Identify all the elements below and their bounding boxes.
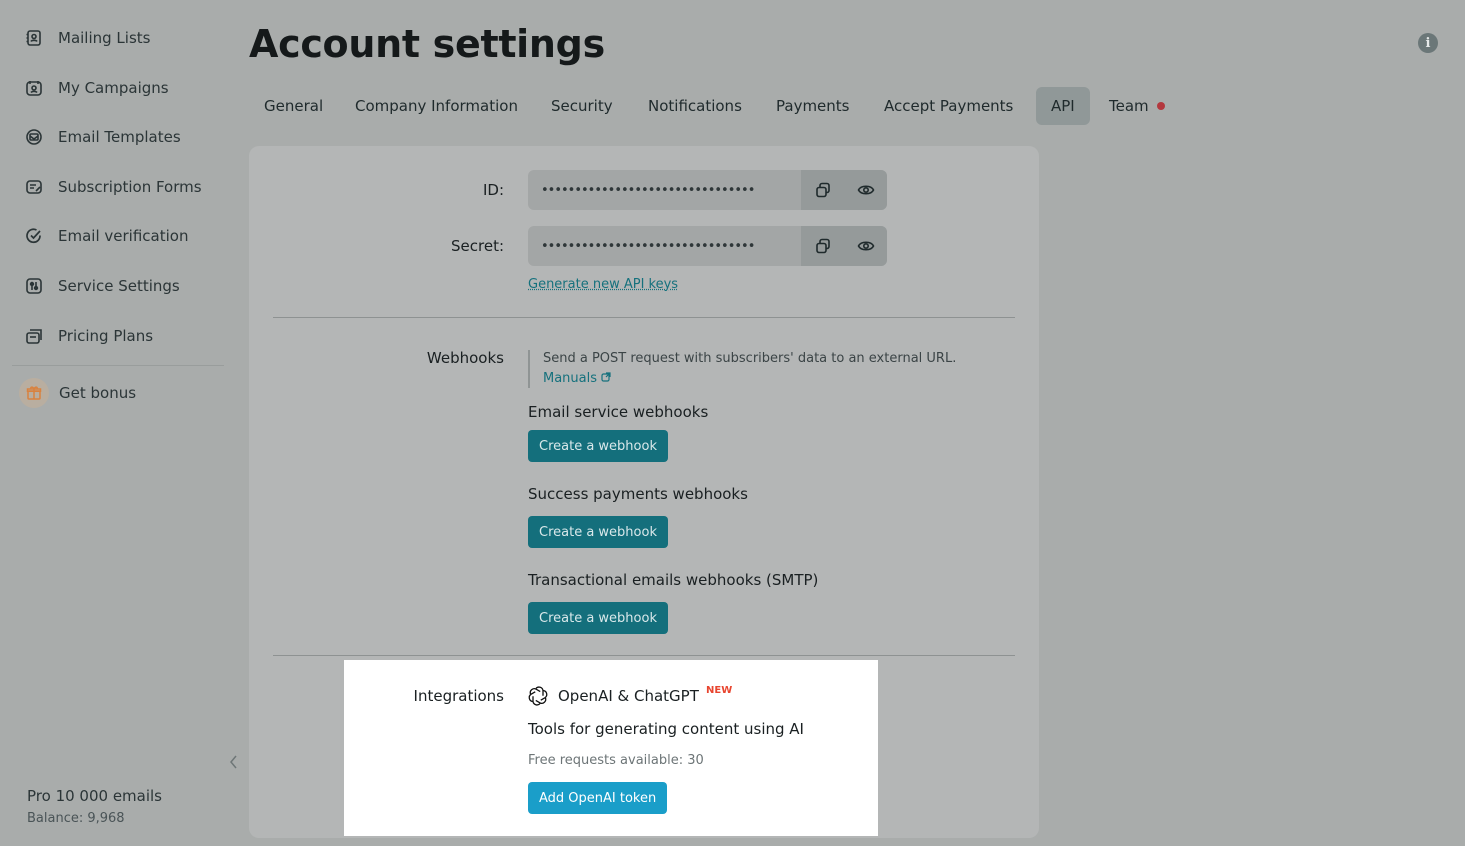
sidebar-item-service-settings[interactable]: Service Settings [24, 272, 180, 300]
settings-icon [24, 276, 44, 296]
webhooks-label: Webhooks [426, 349, 504, 367]
api-secret-label: Secret: [451, 237, 504, 255]
info-icon[interactable]: i [1418, 33, 1438, 53]
openai-integration-name: OpenAI & ChatGPT [558, 687, 699, 705]
tab-company-information[interactable]: Company Information [340, 87, 533, 125]
show-secret-button[interactable] [844, 226, 887, 266]
sidebar: Mailing Lists My Campaigns Email Templat… [0, 0, 240, 846]
sidebar-item-subscription-forms[interactable]: Subscription Forms [24, 173, 202, 201]
sidebar-item-label: Pricing Plans [58, 327, 154, 345]
sidebar-item-label: Mailing Lists [58, 29, 151, 47]
templates-icon [24, 127, 44, 147]
tab-api[interactable]: API [1036, 87, 1090, 125]
api-secret-value[interactable]: •••••••••••••••••••••••••••••••• [528, 239, 801, 254]
tab-team-label: Team [1109, 97, 1149, 115]
section-divider [273, 317, 1015, 318]
openai-integration: OpenAI & ChatGPT [528, 686, 699, 706]
new-badge: NEW [706, 685, 733, 696]
manuals-link[interactable]: Manuals [543, 371, 611, 386]
create-email-webhook-button[interactable]: Create a webhook [528, 430, 668, 462]
eye-icon [857, 185, 874, 195]
sidebar-item-label: Subscription Forms [58, 178, 202, 196]
tab-security[interactable]: Security [536, 87, 628, 125]
chevron-left-icon [230, 755, 237, 769]
tab-team[interactable]: Team [1094, 87, 1180, 125]
sidebar-item-pricing-plans[interactable]: Pricing Plans [24, 322, 153, 350]
sidebar-item-email-verification[interactable]: Email verification [24, 222, 188, 250]
sidebar-item-label: Email verification [58, 227, 189, 245]
show-id-button[interactable] [844, 170, 887, 210]
sidebar-item-label: Email Templates [58, 128, 181, 146]
account-balance: Balance: 9,968 [27, 811, 125, 826]
sidebar-item-mailing-lists[interactable]: Mailing Lists [24, 24, 150, 52]
add-openai-token-button[interactable]: Add OpenAI token [528, 782, 668, 814]
sidebar-item-get-bonus[interactable]: Get bonus [19, 378, 137, 408]
integration-description: Tools for generating content using AI [528, 720, 804, 738]
generate-api-keys-link[interactable]: Generate new API keys [528, 277, 678, 292]
check-circle-icon [24, 226, 44, 246]
email-service-webhooks-title: Email service webhooks [528, 403, 709, 421]
tab-payments[interactable]: Payments [761, 87, 864, 125]
api-id-field: •••••••••••••••••••••••••••••••• [528, 170, 887, 210]
webhooks-hint: Send a POST request with subscribers' da… [543, 351, 957, 366]
copy-icon [815, 182, 830, 198]
collapse-sidebar-button[interactable] [226, 752, 240, 772]
eye-icon [857, 241, 874, 251]
manuals-link-label: Manuals [543, 371, 598, 386]
forms-icon [24, 177, 44, 197]
copy-icon [815, 238, 830, 254]
sidebar-item-my-campaigns[interactable]: My Campaigns [24, 74, 169, 102]
contacts-book-icon [24, 28, 44, 48]
api-id-label: ID: [482, 181, 504, 199]
transactional-webhooks-title: Transactional emails webhooks (SMTP) [528, 571, 819, 589]
create-payments-webhook-button[interactable]: Create a webhook [528, 516, 668, 548]
api-id-value[interactable]: •••••••••••••••••••••••••••••••• [528, 183, 801, 198]
sidebar-divider [12, 365, 224, 366]
campaigns-icon [24, 78, 44, 98]
page-title: Account settings [249, 22, 605, 66]
tab-accept-payments[interactable]: Accept Payments [869, 87, 1028, 125]
sidebar-item-label: Get bonus [59, 384, 137, 402]
success-payments-webhooks-title: Success payments webhooks [528, 485, 748, 503]
section-divider [273, 655, 1015, 656]
copy-id-button[interactable] [801, 170, 844, 210]
integrations-label: Integrations [413, 687, 504, 705]
free-requests-count: Free requests available: 30 [528, 753, 704, 768]
tab-general[interactable]: General [249, 87, 338, 125]
sidebar-item-label: Service Settings [58, 277, 180, 295]
pricing-icon [24, 326, 44, 346]
sidebar-item-email-templates[interactable]: Email Templates [24, 123, 181, 151]
tab-notifications[interactable]: Notifications [633, 87, 757, 125]
notification-dot [1156, 102, 1165, 110]
create-smtp-webhook-button[interactable]: Create a webhook [528, 602, 668, 634]
hint-bar [528, 350, 530, 388]
gift-icon [19, 378, 49, 408]
sidebar-item-label: My Campaigns [58, 79, 169, 97]
copy-secret-button[interactable] [801, 226, 844, 266]
current-plan: Pro 10 000 emails [27, 787, 162, 805]
external-link-icon [601, 372, 611, 382]
openai-logo-icon [528, 686, 548, 706]
api-secret-field: •••••••••••••••••••••••••••••••• [528, 226, 887, 266]
